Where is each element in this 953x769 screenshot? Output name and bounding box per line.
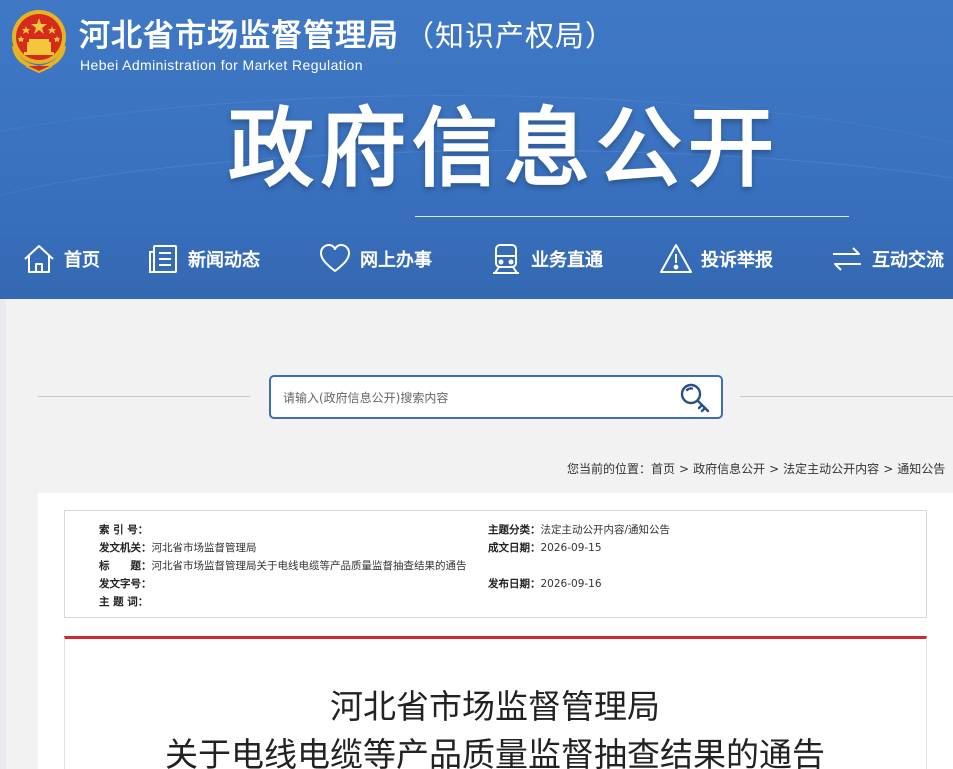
search-divider-left xyxy=(38,396,250,397)
nav-item-interaction[interactable]: 互动交流 xyxy=(830,236,944,282)
meta-label: 发文字号： xyxy=(99,578,152,590)
train-icon xyxy=(493,244,519,274)
meta-label: 索 引 号： xyxy=(99,524,149,536)
meta-index: 索 引 号： xyxy=(99,522,148,537)
nav-item-business[interactable]: 业务直通 xyxy=(489,236,603,282)
breadcrumb-prefix: 您当前的位置： xyxy=(567,462,652,476)
meta-value: 河北省市场监督管理局关于电线电缆等产品质量监督抽查结果的通告 xyxy=(151,560,467,572)
breadcrumb-separator: > xyxy=(769,462,780,476)
breadcrumb-separator: > xyxy=(883,462,894,476)
meta-title: 标 题：河北省市场监督管理局关于电线电缆等产品质量监督抽查结果的通告 xyxy=(99,558,467,573)
search-icon[interactable] xyxy=(677,381,713,415)
breadcrumb-gov-info[interactable]: 政府信息公开 xyxy=(693,462,765,476)
main-nav: 首页 新闻动态 网上办事 业务直通 投诉举报 互动交流 xyxy=(0,236,953,282)
breadcrumb-separator: > xyxy=(679,462,690,476)
meta-publish-date: 发布日期：2026-09-16 xyxy=(488,576,602,591)
nav-item-news[interactable]: 新闻动态 xyxy=(146,236,260,282)
meta-value: 法定主动公开内容/通知公告 xyxy=(540,524,671,536)
nav-item-home[interactable]: 首页 xyxy=(22,236,100,282)
meta-category: 主题分类：法定主动公开内容/通知公告 xyxy=(488,522,670,537)
document-title-line2: 关于电线电缆等产品质量监督抽查结果的通告 xyxy=(165,735,825,769)
document-title-line1: 河北省市场监督管理局 xyxy=(330,687,660,726)
breadcrumb-notices[interactable]: 通知公告 xyxy=(897,462,945,476)
search-divider-right xyxy=(740,396,953,397)
meta-written-date: 成文日期：2026-09-15 xyxy=(488,540,602,555)
meta-value: 2026-09-15 xyxy=(540,542,602,554)
nav-item-online-service[interactable]: 网上办事 xyxy=(318,236,432,282)
nav-item-label: 业务直通 xyxy=(531,250,603,271)
breadcrumb-statutory[interactable]: 法定主动公开内容 xyxy=(783,462,879,476)
breadcrumb: 您当前的位置：首页 > 政府信息公开 > 法定主动公开内容 > 通知公告 xyxy=(567,460,945,477)
site-header: 河北省市场监督管理局 （知识产权局） Hebei Administration f… xyxy=(0,0,953,299)
meta-label: 主 题 词： xyxy=(99,596,149,608)
meta-label: 发布日期： xyxy=(488,578,541,590)
search-input[interactable] xyxy=(283,387,663,409)
news-icon xyxy=(149,245,177,273)
org-name-sub: （知识产权局） xyxy=(405,19,616,53)
heart-icon xyxy=(320,244,350,272)
title-underline xyxy=(415,216,849,217)
meta-label: 发文机关： xyxy=(99,542,152,554)
exchange-icon xyxy=(833,247,861,271)
nav-item-label: 网上办事 xyxy=(360,250,432,271)
meta-doc-number: 发文字号： xyxy=(99,576,152,591)
org-name[interactable]: 河北省市场监督管理局 （知识产权局） xyxy=(79,10,615,55)
meta-issuer: 发文机关：河北省市场监督管理局 xyxy=(99,540,257,555)
nav-item-label: 互动交流 xyxy=(872,250,944,271)
meta-label: 成文日期： xyxy=(488,542,541,554)
nav-item-label: 首页 xyxy=(64,250,100,271)
meta-value: 2026-09-16 xyxy=(540,578,602,590)
nav-item-label: 投诉举报 xyxy=(701,250,773,271)
national-emblem-icon[interactable] xyxy=(6,6,72,74)
warning-icon xyxy=(660,244,692,273)
search-bar xyxy=(269,375,723,419)
nav-item-complaint[interactable]: 投诉举报 xyxy=(659,236,773,282)
org-name-cn: 河北省市场监督管理局 xyxy=(79,18,399,54)
org-name-en: Hebei Administration for Market Regulati… xyxy=(80,57,363,73)
breadcrumb-home[interactable]: 首页 xyxy=(651,462,675,476)
home-icon xyxy=(24,245,54,273)
meta-keywords: 主 题 词： xyxy=(99,594,148,609)
meta-label: 标 题： xyxy=(99,560,152,572)
nav-item-label: 新闻动态 xyxy=(188,250,260,271)
meta-value: 河北省市场监督管理局 xyxy=(151,542,257,554)
meta-label: 主题分类： xyxy=(488,524,541,536)
site-title: 政府信息公开 xyxy=(228,99,780,199)
